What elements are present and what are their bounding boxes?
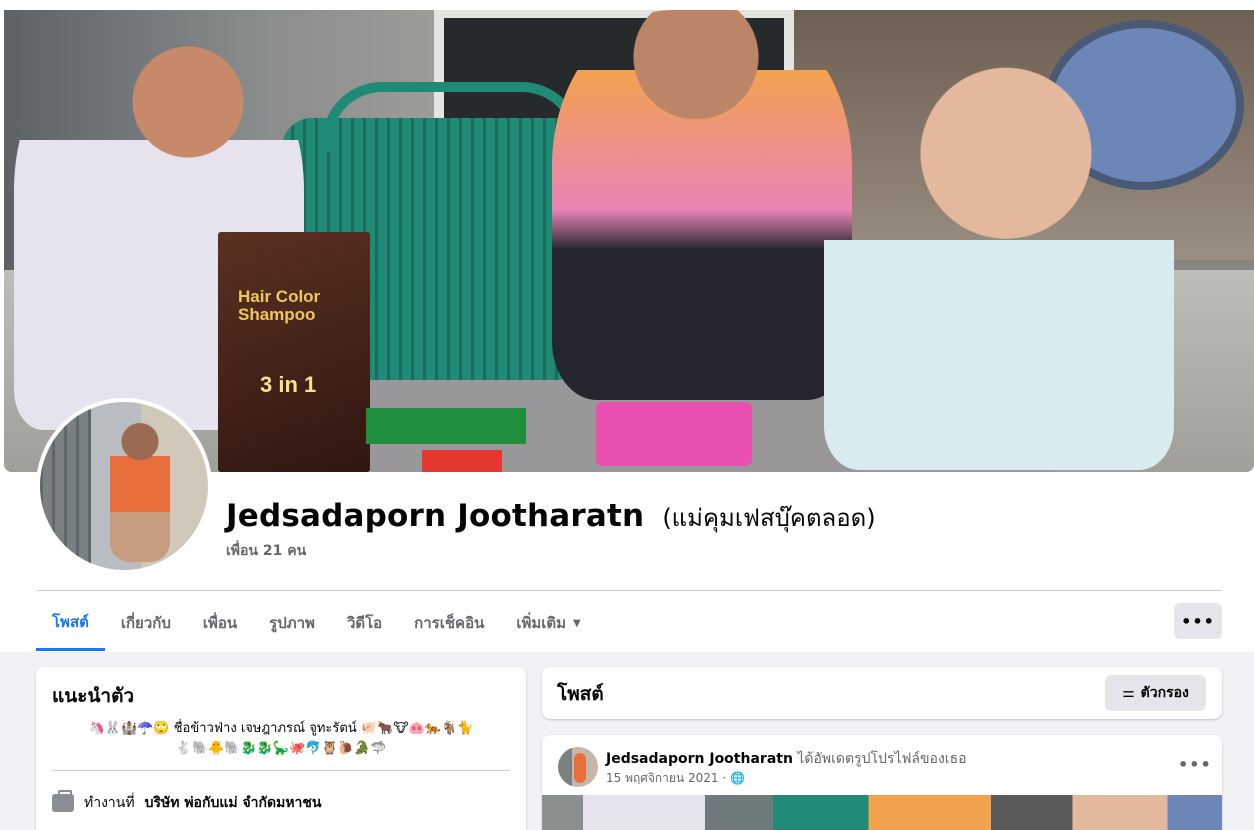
cover-photo[interactable]: Hair Color Shampoo 3 in 1 bbox=[4, 10, 1254, 472]
intro-title: แนะนำตัว bbox=[52, 685, 135, 707]
cover-product-box: Hair Color Shampoo 3 in 1 bbox=[218, 232, 370, 472]
tab-videos[interactable]: วิดีโอ bbox=[331, 596, 398, 650]
tab-friends[interactable]: เพื่อน bbox=[187, 596, 253, 650]
tab-posts[interactable]: โพสต์ bbox=[36, 596, 105, 651]
separator-dot: · bbox=[722, 771, 730, 785]
profile-tabs: โพสต์ เกี่ยวกับ เพื่อน รูปภาพ วิดีโอ การ… bbox=[36, 596, 597, 652]
post-card: Jedsadaporn Jootharatn ได้อัพเดตรูปโปรไฟ… bbox=[542, 735, 1222, 830]
header-divider bbox=[36, 590, 1222, 591]
intro-bio: 🦄🐰🏰☂️🙄 ชื่อข้าวฟ่าง เจษฎาภรณ์ จูทะรัตน์ … bbox=[52, 719, 510, 759]
tab-label: การเช็คอิน bbox=[414, 614, 485, 632]
post-author-name[interactable]: Jedsadaporn Jootharatn bbox=[606, 751, 793, 767]
filter-button[interactable]: ⚌ ตัวกรอง bbox=[1105, 675, 1206, 711]
tab-label: เกี่ยวกับ bbox=[120, 614, 171, 632]
bio-line: 🦄🐰🏰☂️🙄 ชื่อข้าวฟ่าง เจษฎาภรณ์ จูทะรัตน์ … bbox=[88, 721, 474, 736]
post-options-button[interactable]: ••• bbox=[1178, 755, 1212, 774]
post-header-text: Jedsadaporn Jootharatn ได้อัพเดตรูปโปรไฟ… bbox=[606, 748, 967, 770]
cover-toy-red bbox=[422, 450, 502, 472]
cover-product-title: Hair Color Shampoo bbox=[238, 287, 321, 324]
globe-icon: 🌐 bbox=[729, 771, 745, 785]
post-meta: 15 พฤศจิกายน 2021 · 🌐 bbox=[606, 769, 745, 788]
post-action: ได้อัพเดตรูปโปรไฟล์ของเธอ bbox=[797, 751, 967, 767]
profile-name-row: Jedsadaporn Jootharatn (แม่คุมเฟสบุ๊คตลอ… bbox=[226, 498, 876, 537]
filter-icon: ⚌ bbox=[1122, 685, 1135, 701]
profile-name: Jedsadaporn Jootharatn bbox=[226, 498, 645, 534]
tab-about[interactable]: เกี่ยวกับ bbox=[105, 596, 187, 650]
caret-down-icon: ▼ bbox=[573, 617, 581, 629]
profile-header: Hair Color Shampoo 3 in 1 Jedsadaporn Jo… bbox=[0, 0, 1254, 652]
tab-label: วิดีโอ bbox=[346, 614, 383, 632]
intro-work-item: ทำงานที่ บริษัท พ่อกับแม่ จำกัดมหาชน bbox=[52, 790, 322, 814]
profile-alternate-name: (แม่คุมเฟสบุ๊คตลอด) bbox=[662, 504, 876, 532]
profile-avatar[interactable] bbox=[36, 398, 212, 574]
tab-more[interactable]: เพิ่มเติม ▼ bbox=[500, 596, 596, 650]
tab-label: เพิ่มเติม bbox=[516, 614, 567, 632]
avatar-child bbox=[110, 422, 170, 562]
avatar-rail bbox=[40, 402, 98, 570]
post-author-avatar[interactable] bbox=[558, 747, 598, 787]
bio-line: 🐇🐘🐥🐘🐉🐉🦕🐙🐬🦉🐌🐊🦈 bbox=[175, 741, 387, 756]
briefcase-icon bbox=[52, 790, 74, 812]
intro-divider bbox=[52, 770, 510, 771]
posts-title: โพสต์ bbox=[557, 683, 604, 705]
posts-header-card: โพสต์ ⚌ ตัวกรอง bbox=[542, 667, 1222, 719]
filter-label: ตัวกรอง bbox=[1140, 685, 1189, 701]
tab-photos[interactable]: รูปภาพ bbox=[253, 596, 331, 650]
post-image[interactable] bbox=[542, 795, 1222, 830]
tab-label: เพื่อน bbox=[202, 614, 238, 632]
post-date[interactable]: 15 พฤศจิกายน 2021 bbox=[606, 771, 719, 785]
tab-label: โพสต์ bbox=[52, 613, 89, 631]
cover-toy-green bbox=[366, 408, 526, 444]
cover-product-badge: 3 in 1 bbox=[260, 372, 317, 397]
intro-card: แนะนำตัว 🦄🐰🏰☂️🙄 ชื่อข้าวฟ่าง เจษฎาภรณ์ จ… bbox=[36, 667, 526, 830]
cover-child-right bbox=[824, 30, 1174, 470]
friends-count[interactable]: เพื่อน 21 คน bbox=[226, 540, 306, 562]
more-options-button[interactable]: ••• bbox=[1174, 603, 1222, 639]
tab-check-ins[interactable]: การเช็คอิน bbox=[398, 596, 500, 650]
work-prefix: ทำงานที่ bbox=[84, 795, 135, 811]
work-place-link[interactable]: บริษัท พ่อกับแม่ จำกัดมหาชน bbox=[145, 792, 322, 814]
tab-label: รูปภาพ bbox=[269, 614, 315, 632]
cover-child-middle bbox=[552, 10, 852, 400]
cover-toy-pink bbox=[596, 402, 752, 466]
